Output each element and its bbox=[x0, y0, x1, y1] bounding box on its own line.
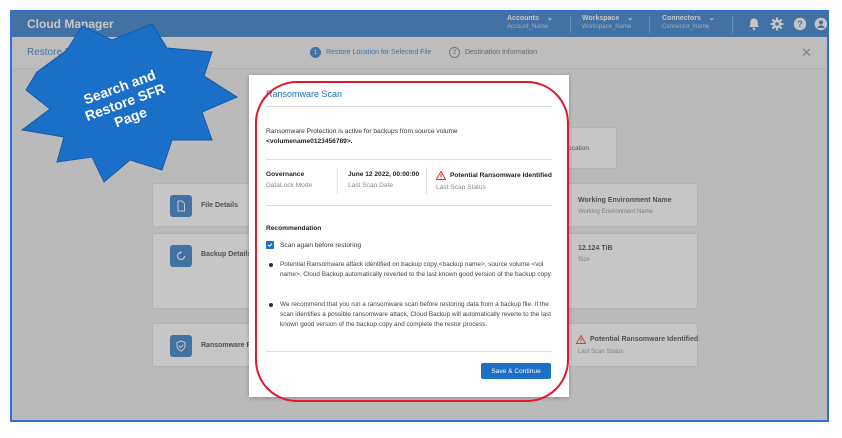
recommendation-item: Potential Ransomware attack identified o… bbox=[266, 260, 556, 280]
last-scan-status-field: Potential Ransomware Identified Last Sca… bbox=[436, 171, 552, 191]
save-continue-button[interactable]: Save & Continue bbox=[481, 363, 551, 379]
volume-name: <volumename0123456789>. bbox=[266, 138, 353, 145]
dialog-intro: Ransomware Protection is active for back… bbox=[266, 128, 458, 145]
governance-field: Governance DataLock Mode bbox=[266, 171, 313, 189]
warning-icon bbox=[436, 171, 446, 180]
app-window: Cloud Manager Accounts ⌄ Account_Name Wo… bbox=[10, 10, 829, 422]
dialog-title: Ransomware Scan bbox=[266, 89, 343, 99]
last-scan-date-field: June 12 2022, 00:00:00 Last Scan Date bbox=[348, 171, 420, 189]
ransomware-scan-dialog: Ransomware Scan Ransomware Protection is… bbox=[249, 75, 569, 397]
checkbox-checked-icon[interactable] bbox=[266, 241, 274, 249]
scan-again-checkbox[interactable]: Scan again before restoring bbox=[266, 241, 361, 249]
recommendation-item: We recommend that you run a ransomware s… bbox=[266, 300, 556, 330]
recommendation-title: Recommendation bbox=[266, 225, 322, 232]
